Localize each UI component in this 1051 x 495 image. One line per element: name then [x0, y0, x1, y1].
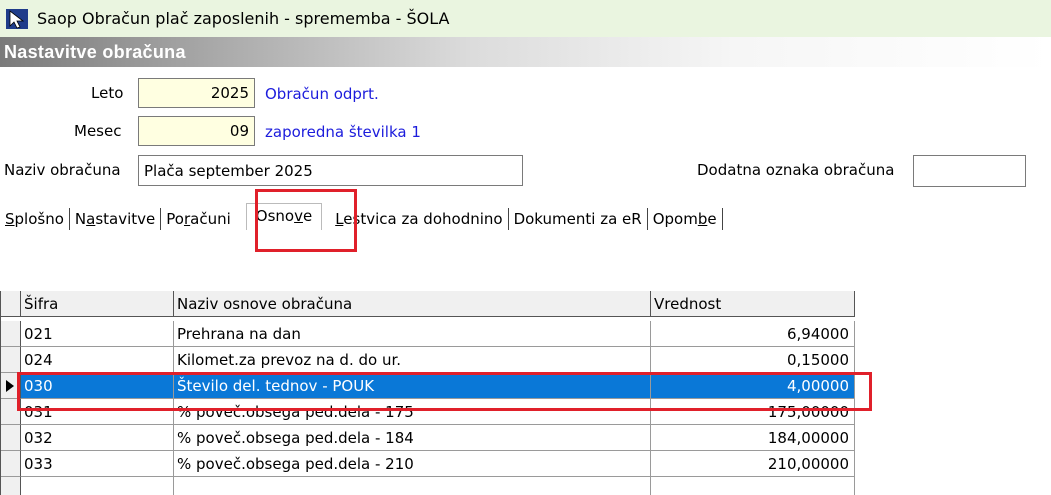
row-indicator	[1, 321, 21, 347]
mesec-label: Mesec	[74, 122, 122, 140]
mesec-value: 09	[229, 122, 249, 140]
leto-input[interactable]: 2025	[138, 78, 255, 108]
current-row-arrow-icon	[6, 380, 14, 392]
table-row[interactable]: 024 Kilomet.za prevoz na d. do ur. 0,150…	[1, 347, 855, 373]
tab-poracuni[interactable]: Poračuni	[161, 208, 236, 230]
cell-sifra[interactable]: 033	[21, 451, 174, 477]
column-header-vrednost[interactable]: Vrednost	[651, 291, 855, 317]
leto-value: 2025	[210, 84, 249, 102]
grid-header-row: Šifra Naziv osnove obračuna Vrednost	[1, 291, 855, 317]
window-title: Saop Obračun plač zaposlenih - sprememba…	[37, 9, 450, 28]
cell-vrednost[interactable]: 210,00000	[651, 451, 855, 477]
leto-label: Leto	[91, 84, 124, 102]
row-indicator	[1, 425, 21, 451]
cell-naziv[interactable]: % poveč.obsega ped.dela - 210	[174, 451, 651, 477]
dodatna-oznaka-label: Dodatna oznaka obračuna	[697, 161, 895, 179]
section-title: Nastavitve obračuna	[4, 41, 186, 62]
cell-naziv[interactable]: % poveč.obsega ped.dela - 184	[174, 425, 651, 451]
table-row-partial[interactable]	[1, 477, 855, 495]
cursor-arrow-icon	[6, 8, 28, 29]
tab-bar: Splošno Nastavitve Poračuni Osnove Lestv…	[0, 202, 800, 234]
window-titlebar: Saop Obračun plač zaposlenih - sprememba…	[0, 0, 1051, 37]
cell-vrednost[interactable]: 6,94000	[651, 321, 855, 347]
row-indicator	[1, 347, 21, 373]
tab-splosno[interactable]: Splošno	[0, 208, 70, 230]
obracun-status: Obračun odprt.	[265, 85, 379, 103]
cell-sifra[interactable]: 032	[21, 425, 174, 451]
cell-sifra[interactable]: 024	[21, 347, 174, 373]
cell-naziv[interactable]: Kilomet.za prevoz na d. do ur.	[174, 347, 651, 373]
dodatna-oznaka-input[interactable]	[913, 155, 1026, 187]
cell-vrednost[interactable]: 0,15000	[651, 347, 855, 373]
table-row[interactable]: 033 % poveč.obsega ped.dela - 210 210,00…	[1, 451, 855, 477]
tab-annotation-box	[255, 189, 357, 252]
naziv-value: Plača september 2025	[144, 161, 313, 180]
row-indicator	[1, 477, 21, 495]
column-header-naziv[interactable]: Naziv osnove obračuna	[174, 291, 651, 317]
column-header-sifra[interactable]: Šifra	[21, 291, 174, 317]
cell-sifra[interactable]: 021	[21, 321, 174, 347]
cell-naziv[interactable]: Prehrana na dan	[174, 321, 651, 347]
cell-vrednost[interactable]: 184,00000	[651, 425, 855, 451]
table-row[interactable]: 032 % poveč.obsega ped.dela - 184 184,00…	[1, 425, 855, 451]
tab-dokumenti-za-er[interactable]: Dokumenti za eR	[509, 208, 648, 230]
tab-opombe[interactable]: Opombe	[648, 208, 723, 230]
mesec-input[interactable]: 09	[138, 116, 255, 146]
table-row[interactable]: 021 Prehrana na dan 6,94000	[1, 321, 855, 347]
row-annotation-box	[17, 372, 872, 411]
row-indicator	[1, 451, 21, 477]
naziv-input[interactable]: Plača september 2025	[138, 155, 523, 186]
row-indicator-header	[1, 291, 21, 317]
section-header: Nastavitve obračuna	[0, 37, 1051, 67]
tab-nastavitve[interactable]: Nastavitve	[70, 208, 162, 230]
naziv-label: Naziv obračuna	[4, 161, 121, 179]
zaporedna-stevilka: zaporedna številka 1	[265, 123, 421, 141]
